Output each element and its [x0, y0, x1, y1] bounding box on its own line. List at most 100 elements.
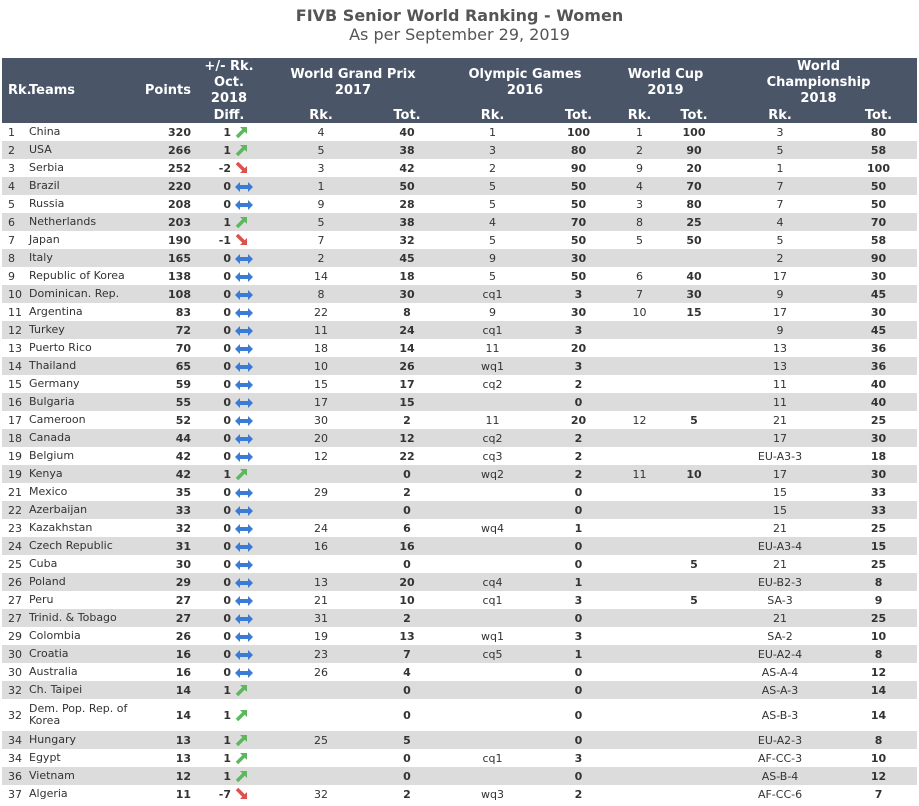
diff-cell: -2 [218, 161, 231, 175]
points-cell: 12 [141, 767, 191, 785]
og-rank [439, 609, 546, 627]
wch-total: 36 [840, 357, 918, 375]
og-rank [439, 483, 546, 501]
wch-rank: 7 [720, 177, 841, 195]
team-name: Hungary [29, 731, 141, 749]
og-total: 3 [574, 629, 583, 643]
wc-rank [611, 321, 668, 339]
team-name: Cameroon [29, 413, 86, 426]
wc-total [668, 663, 720, 681]
points-cell: 83 [175, 305, 191, 319]
og-rank [439, 501, 546, 519]
og-total: 0 [546, 609, 611, 627]
wgp-total: 38 [375, 141, 439, 159]
wc-rank [611, 609, 668, 627]
table-row: 22 Azerbaijan 33 0 0 0 15 33 [2, 501, 918, 519]
table-row: 11 Argentina 83 0 22 8 9 30 10 15 17 30 [2, 303, 917, 321]
og-total: 0 [546, 731, 611, 749]
wc-rank: 9 [636, 161, 643, 175]
wgp-total: 2 [403, 485, 411, 499]
wgp-rank [267, 749, 375, 767]
team-name: Belgium [29, 449, 75, 462]
wgp-rank: 13 [267, 573, 375, 591]
diff-cell: 0 [223, 593, 231, 607]
wc-total: 5 [690, 557, 698, 571]
arrow-left-right-icon [231, 447, 267, 465]
header-diff-sub: Diff. [191, 108, 267, 123]
points-cell: 42 [141, 465, 191, 483]
team-name: Germany [29, 377, 80, 390]
wgp-rank: 1 [267, 177, 375, 195]
rank-cell: 37 [8, 787, 22, 801]
wc-rank [611, 663, 668, 681]
points-cell: 108 [141, 285, 191, 303]
wgp-total: 42 [399, 161, 415, 175]
wch-total: 25 [870, 557, 887, 571]
og-total: 0 [574, 708, 583, 722]
wch-rank: 7 [776, 197, 784, 211]
arrow-left-right-icon [231, 645, 267, 663]
points-cell: 14 [175, 708, 191, 722]
header-wgp-tot: Tot. [375, 108, 439, 123]
og-total: 1 [574, 521, 583, 535]
wc-rank: 10 [632, 305, 647, 319]
wch-total: 40 [840, 393, 918, 411]
wgp-rank: 2 [267, 249, 375, 267]
arrow-up-right-icon [231, 123, 267, 141]
rank-cell: 30 [8, 665, 22, 679]
og-total: 2 [546, 465, 611, 483]
arrow-left-right-icon [231, 303, 267, 321]
og-rank [439, 731, 546, 749]
diff-cell: 0 [191, 249, 231, 267]
arrow-left-right-icon [231, 411, 267, 429]
wgp-rank: 23 [267, 645, 375, 663]
rank-cell: 5 [8, 197, 15, 211]
rank-cell: 4 [2, 177, 29, 195]
wch-total: 7 [874, 787, 883, 801]
og-rank: cq2 [439, 429, 546, 447]
og-rank: 3 [439, 141, 546, 159]
points-cell: 31 [141, 537, 191, 555]
wch-rank: 15 [773, 485, 788, 499]
table-row: 34 Egypt 13 1 0 cq1 3 AF-CC-3 10 [2, 749, 917, 767]
points-cell: 33 [141, 501, 191, 519]
wgp-rank: 5 [267, 141, 375, 159]
wc-rank: 2 [611, 141, 668, 159]
diff-cell: 0 [223, 665, 231, 679]
wch-total: 10 [870, 629, 887, 643]
header-og-rk: Rk. [439, 108, 546, 123]
team-name: Canada [29, 429, 141, 447]
wch-total: 36 [870, 341, 887, 355]
wgp-total: 4 [403, 665, 411, 679]
wgp-rank: 8 [267, 285, 375, 303]
wch-rank: 9 [720, 285, 841, 303]
team-name: Kazakhstan [29, 521, 93, 534]
wc-total [668, 321, 721, 339]
diff-cell: 0 [223, 269, 231, 283]
arrow-left-right-icon [231, 537, 267, 555]
team-name: Serbia [29, 161, 65, 174]
og-total: 20 [570, 413, 587, 427]
wch-rank: EU-A3-4 [720, 537, 841, 555]
wc-total [668, 375, 720, 393]
wc-rank: 7 [611, 285, 668, 303]
wch-total: 33 [870, 485, 887, 499]
header-teams: Teams [29, 58, 141, 123]
wc-total [668, 483, 720, 501]
wgp-total: 2 [403, 413, 411, 427]
team-name: Dominican. Rep. [29, 285, 141, 303]
diff-cell: 0 [223, 557, 231, 571]
og-total: 3 [574, 751, 583, 765]
table-row: 26 Poland 29 0 13 20 cq4 1 EU-B2-3 8 [2, 573, 918, 591]
rank-cell: 27 [8, 593, 22, 607]
diff-cell: 1 [191, 465, 231, 483]
wch-total: 15 [840, 537, 918, 555]
wgp-rank: 3 [317, 161, 325, 175]
team-name: Puerto Rico [29, 341, 92, 354]
team-name: Republic of Korea [29, 269, 125, 282]
wc-rank [611, 573, 668, 591]
team-name: Dem. Pop. Rep. of Korea [29, 702, 128, 727]
wch-rank: EU-A3-3 [757, 449, 803, 463]
wch-rank: 17 [773, 305, 788, 319]
wgp-rank: 10 [267, 357, 375, 375]
